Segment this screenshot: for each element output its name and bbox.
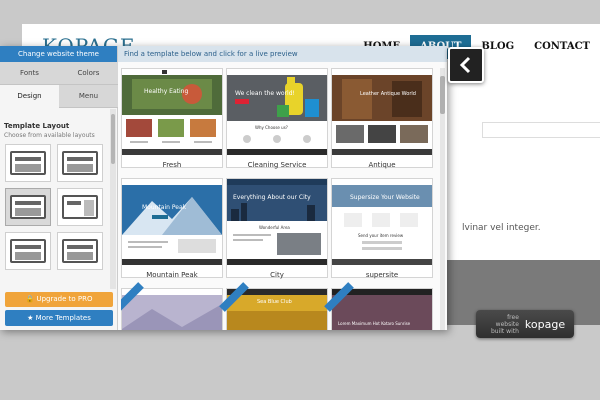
template-name: Mountain Peak	[146, 271, 198, 279]
template-scroll-thumb[interactable]	[440, 76, 445, 114]
template-browser-header: Find a template below and click for a li…	[118, 46, 447, 62]
layout-subheading: Choose from available layouts	[4, 132, 95, 139]
theme-tabs: Fonts Colors Design Menu	[0, 62, 118, 108]
antique-hero-text: Leather Antique World	[360, 91, 416, 97]
template-card-row3-2[interactable]: Sea Blue Club	[219, 282, 328, 330]
layout-option-6[interactable]	[57, 232, 103, 270]
template-card-supersite[interactable]: Supersize Your Website Send your item re…	[331, 178, 433, 279]
template-thumbnail: Lorem Maximum Hot Kotaro Sunrise	[332, 289, 432, 330]
template-card-antique[interactable]: Leather Antique World Antique	[331, 68, 433, 169]
panel-title: Change website theme	[0, 46, 117, 62]
template-name: Antique	[368, 161, 396, 169]
template-thumbnail	[122, 289, 222, 330]
template-thumbnail: Mountain Peak	[122, 179, 222, 265]
city-sub-text: Wonderful Area	[259, 225, 290, 230]
template-name: supersite	[365, 271, 399, 279]
template-card-row3-3[interactable]: Lorem Maximum Hot Kotaro Sunrise	[324, 282, 433, 330]
supersite-sub-text: Send your item review	[358, 233, 404, 238]
layout-heading: Template Layout	[4, 122, 70, 130]
kopage-badge[interactable]: free website built with kopage	[476, 310, 574, 338]
site-body-text: lvinar vel integer.	[462, 223, 541, 233]
city-hero-text: Everything About our City	[233, 194, 311, 201]
layout-option-2[interactable]	[57, 144, 103, 182]
sidebar-scroll-thumb[interactable]	[111, 114, 115, 164]
template-thumbnail: Healthy Eating	[122, 69, 222, 155]
upgrade-label: Upgrade to PRO	[36, 295, 93, 303]
theme-panel: Change website theme Fonts Colors Design…	[0, 46, 447, 330]
more-templates-label: More Templates	[35, 314, 91, 322]
lock-icon: 🔒	[25, 295, 37, 303]
template-name: Fresh	[162, 161, 182, 169]
tab-colors[interactable]: Colors	[59, 62, 118, 85]
template-thumbnail: Supersize Your Website Send your item re…	[332, 179, 432, 265]
site-input[interactable]	[482, 122, 600, 138]
template-thumbnail: Everything About our City Wonderful Area	[227, 179, 327, 265]
template-thumbnail: Sea Blue Club	[227, 289, 327, 330]
template-thumbnail: We clean the world! Why Choose us?	[227, 69, 327, 155]
template-card-mountain-peak[interactable]: Mountain Peak Mountain Peak	[121, 178, 223, 279]
nav-contact[interactable]: CONTACT	[524, 35, 600, 59]
supersite-hero-text: Supersize Your Website	[350, 194, 420, 201]
layout-option-3[interactable]	[5, 188, 51, 226]
template-card-city[interactable]: Everything About our City Wonderful Area…	[226, 178, 328, 279]
fresh-hero-text: Healthy Eating	[144, 88, 188, 95]
star-icon: ★	[27, 314, 36, 322]
layout-option-5[interactable]	[5, 232, 51, 270]
tab-design[interactable]: Design	[0, 85, 59, 108]
layout-option-1[interactable]	[5, 144, 51, 182]
cleaning-hero-text: We clean the world!	[235, 90, 295, 97]
layout-option-4[interactable]	[57, 188, 103, 226]
collapse-panel-button[interactable]	[448, 47, 484, 83]
row3-b-text: Sea Blue Club	[257, 299, 292, 305]
cleaning-sub-text: Why Choose us?	[255, 125, 288, 130]
template-browser: Find a template below and click for a li…	[118, 46, 447, 330]
badge-brand: kopage	[524, 317, 566, 331]
row3-c-text: Lorem Maximum Hot Kotaro Sunrise	[338, 321, 411, 326]
template-name: Cleaning Service	[247, 161, 307, 169]
mountain-hero-text: Mountain Peak	[142, 204, 187, 211]
tab-fonts[interactable]: Fonts	[0, 62, 59, 85]
template-thumbnail: Leather Antique World	[332, 69, 432, 155]
tab-menu[interactable]: Menu	[59, 85, 118, 108]
upgrade-button[interactable]: 🔒 Upgrade to PRO	[5, 292, 113, 307]
template-card-cleaning-service[interactable]: We clean the world! Why Choose us? Clean…	[226, 68, 328, 169]
template-name: City	[270, 271, 284, 279]
chevron-left-icon	[459, 56, 471, 74]
badge-caption: free website built with	[490, 313, 519, 335]
more-templates-button[interactable]: ★ More Templates	[5, 310, 113, 326]
template-card-row3-1[interactable]	[121, 282, 223, 330]
template-grid: Healthy Eating Fresh We clean the world!…	[121, 68, 438, 330]
theme-sidebar: Change website theme Fonts Colors Design…	[0, 46, 118, 330]
template-card-fresh[interactable]: Healthy Eating Fresh	[121, 68, 223, 169]
